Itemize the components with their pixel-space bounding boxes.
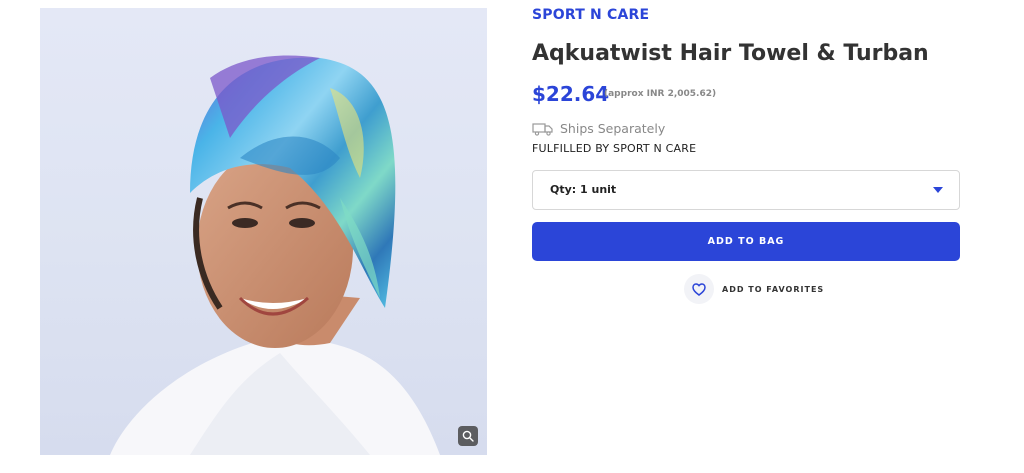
add-to-bag-button[interactable]: ADD TO BAG xyxy=(532,222,960,261)
shipping-info: Ships Separately xyxy=(532,121,665,136)
add-to-favorites-button[interactable]: ADD TO FAVORITES xyxy=(684,274,824,304)
product-image[interactable] xyxy=(40,8,487,455)
truck-icon xyxy=(532,122,553,136)
heart-icon xyxy=(684,274,714,304)
product-price: $22.64 xyxy=(532,82,610,106)
product-photo xyxy=(110,55,440,455)
zoom-button[interactable] xyxy=(458,426,478,446)
quantity-value: Qty: 1 unit xyxy=(550,183,617,196)
price-approx: (approx INR 2,005.62) xyxy=(604,89,717,99)
product-title: Aqkuatwist Hair Towel & Turban xyxy=(532,41,929,66)
chevron-down-icon xyxy=(933,187,943,193)
favorites-label: ADD TO FAVORITES xyxy=(722,284,825,294)
magnifier-icon xyxy=(462,430,474,442)
brand-link[interactable]: SPORT N CARE xyxy=(532,7,649,23)
fulfilled-by: FULFILLED BY SPORT N CARE xyxy=(532,142,697,155)
quantity-select[interactable]: Qty: 1 unit xyxy=(532,170,960,210)
shipping-text: Ships Separately xyxy=(560,121,666,136)
